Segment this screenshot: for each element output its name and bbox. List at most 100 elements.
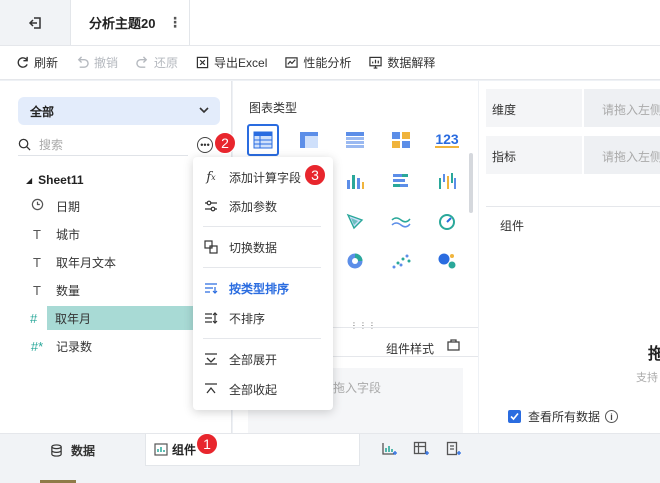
chevron-down-icon (199, 107, 209, 114)
scope-select[interactable]: 全部 (18, 97, 220, 125)
tab-more-icon[interactable]: ⋮ (168, 14, 182, 31)
menu-item-add-param[interactable]: 添加参数 (193, 192, 333, 220)
multi-bar-icon (439, 173, 456, 189)
scope-select-value: 全部 (30, 104, 55, 119)
checkbox-checked-icon[interactable] (508, 410, 521, 423)
measure-row: 指标 请拖入左侧字 (486, 136, 660, 174)
analysis-tab[interactable]: 分析主题20 ⋮ (70, 0, 190, 45)
bubble-chart-option[interactable] (431, 245, 463, 277)
field-item[interactable]: T 数量 (30, 278, 220, 302)
field-item[interactable]: T 取年月文本 (30, 250, 220, 274)
stacked-bar-icon (393, 174, 408, 187)
redo-icon (136, 56, 148, 68)
measure-drop-zone[interactable]: 请拖入左侧字 (582, 136, 660, 174)
add-report-icon[interactable] (445, 441, 461, 457)
component-style-icon[interactable] (447, 339, 460, 351)
bar-chart-option[interactable] (339, 165, 371, 197)
field-item-selected[interactable]: 取年月 (47, 306, 193, 330)
sort-type-icon (203, 282, 219, 294)
menu-item-collapse-all[interactable]: 全部收起 (193, 375, 333, 403)
stacked-bar-option[interactable] (385, 165, 417, 197)
card-chart-option[interactable] (385, 124, 417, 156)
field-label: 取年月文本 (56, 255, 117, 270)
dimension-label: 维度 (492, 103, 517, 117)
field-search-input[interactable]: 搜索 (18, 134, 188, 156)
menu-divider (203, 338, 321, 339)
annotation-badge-3: 3 (304, 164, 326, 186)
multi-bar-option[interactable] (431, 165, 463, 197)
more-options-button[interactable]: ••• (197, 137, 213, 153)
menu-divider (203, 226, 321, 227)
chart-list-scrollbar[interactable] (469, 153, 473, 213)
annotation-badge-1: 1 (196, 433, 218, 455)
area-chart-icon (391, 217, 411, 228)
refresh-label: 刷新 (34, 56, 59, 70)
detail-table-icon (346, 132, 364, 148)
table-chart-option[interactable] (247, 124, 279, 156)
sheet-node[interactable]: ◢ Sheet11 (26, 173, 84, 187)
measure-label: 指标 (492, 150, 517, 164)
measure-hint: 请拖入左侧字 (602, 150, 660, 164)
text-type-icon: T (33, 226, 41, 242)
config-panel: 维度 请拖入左侧字 指标 请拖入左侧字 组件 拖 支持 查看所有数据 i (479, 81, 660, 434)
menu-item-no-sort[interactable]: 不排序 (193, 304, 333, 332)
radar-chart-option[interactable] (339, 205, 371, 237)
collapse-triangle-icon[interactable]: ◢ (26, 176, 32, 185)
field-item[interactable]: 日期 (30, 194, 220, 218)
menu-item-label: 按类型排序 (229, 281, 290, 296)
menu-item-label: 添加参数 (229, 199, 278, 214)
field-item[interactable]: T 城市 (30, 222, 220, 246)
search-placeholder: 搜索 (39, 138, 64, 152)
scatter-chart-option[interactable] (385, 245, 417, 277)
tab-component-style[interactable]: 组件样式 (386, 340, 434, 357)
menu-item-sort-by-type[interactable]: 按类型排序 (193, 274, 333, 302)
add-chart-icon[interactable] (381, 441, 397, 457)
performance-icon (285, 57, 299, 68)
area-chart-option[interactable] (385, 205, 417, 237)
redo-button[interactable]: 还原 (136, 54, 178, 71)
add-table-icon[interactable] (413, 441, 429, 457)
cross-table-icon (300, 132, 318, 148)
detail-table-option[interactable] (339, 124, 371, 156)
component-preview: 组件 拖 支持 查看所有数据 i (486, 206, 660, 434)
dimension-drop-zone[interactable]: 请拖入左侧字 (582, 89, 660, 127)
number-chart-option[interactable]: 123 (431, 124, 463, 156)
menu-item-switch-data[interactable]: 切换数据 (193, 233, 333, 261)
menu-item-expand-all[interactable]: 全部展开 (193, 345, 333, 373)
view-all-data-checkbox[interactable]: 查看所有数据 i (508, 408, 619, 425)
sliders-icon (203, 200, 219, 212)
undo-icon (77, 56, 89, 68)
export-excel-button[interactable]: 导出Excel (196, 54, 267, 71)
refresh-button[interactable]: 刷新 (16, 54, 58, 71)
cross-table-option[interactable] (293, 124, 325, 156)
excel-icon (196, 56, 209, 69)
gauge-chart-option[interactable] (431, 205, 463, 237)
text-type-icon: T (33, 282, 41, 298)
clock-icon (30, 198, 44, 214)
info-icon[interactable]: i (605, 410, 619, 423)
dimension-row: 维度 请拖入左侧字 (486, 89, 660, 127)
field-item[interactable]: #* 记录数 (30, 334, 220, 358)
annotation-badge-2: 2 (214, 132, 236, 154)
pie-chart-option[interactable] (339, 245, 371, 277)
redo-label: 还原 (154, 56, 179, 70)
tab-component[interactable]: 组件 (145, 434, 360, 466)
tab-data[interactable]: 数据 (0, 434, 145, 466)
expand-all-icon (203, 353, 219, 365)
more-dots-label: ••• (200, 139, 210, 150)
exit-button[interactable] (0, 0, 70, 45)
tab-data-label: 数据 (70, 443, 95, 458)
pie-chart-icon (347, 253, 363, 269)
tab-component-label: 组件 (172, 443, 197, 457)
support-hint: 支持 (636, 372, 658, 384)
performance-analysis-button[interactable]: 性能分析 (285, 54, 351, 71)
number-type-icon: # (30, 310, 38, 326)
data-explain-button[interactable]: 数据解释 (369, 54, 435, 71)
scatter-chart-icon (392, 254, 411, 269)
bottom-tab-bar: 数据 组件 (0, 433, 660, 483)
data-explain-icon (369, 56, 383, 69)
chart-type-title: 图表类型 (249, 101, 298, 115)
switch-data-icon (203, 240, 219, 254)
refresh-icon (17, 56, 28, 68)
undo-button[interactable]: 撤销 (76, 54, 118, 71)
